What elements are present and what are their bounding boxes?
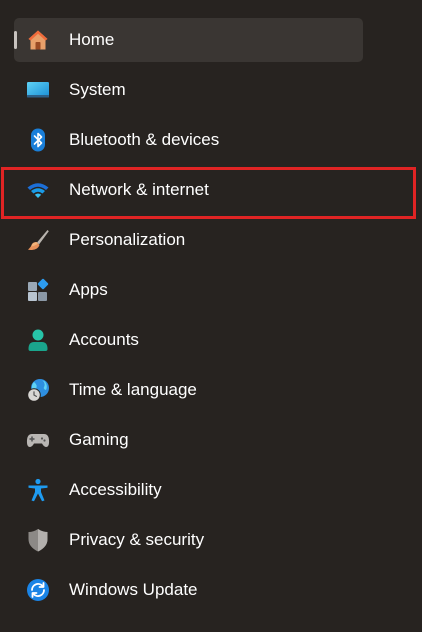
- nav-item-apps[interactable]: Apps: [14, 268, 363, 312]
- nav-label: Accounts: [69, 330, 139, 349]
- apps-icon: [26, 278, 50, 302]
- home-icon: [26, 28, 50, 52]
- nav-item-bluetooth-devices[interactable]: Bluetooth & devices: [14, 118, 363, 162]
- bluetooth-icon: [26, 128, 50, 152]
- monitor-icon: [26, 78, 50, 102]
- nav-item-system[interactable]: System: [14, 68, 363, 112]
- nav-label: Bluetooth & devices: [69, 130, 220, 149]
- nav-label: Apps: [69, 280, 108, 299]
- globe-clock-icon: [26, 378, 50, 402]
- wifi-icon: [26, 178, 50, 202]
- accessibility-icon: [26, 478, 50, 502]
- nav-label: Personalization: [69, 230, 186, 249]
- nav-item-gaming[interactable]: Gaming: [14, 418, 363, 462]
- nav-item-time-language[interactable]: Time & language: [14, 368, 363, 412]
- nav-item-personalization[interactable]: Personalization: [14, 218, 363, 262]
- nav-label: Home: [69, 30, 115, 49]
- nav-item-accessibility[interactable]: Accessibility: [14, 468, 363, 512]
- shield-icon: [26, 528, 50, 552]
- nav-item-network-internet[interactable]: Network & internet: [14, 168, 363, 212]
- nav-label: Windows Update: [69, 580, 198, 599]
- nav-label: Network & internet: [69, 180, 209, 199]
- selection-indicator: [14, 31, 17, 49]
- nav-label: Accessibility: [69, 480, 162, 499]
- nav-item-accounts[interactable]: Accounts: [14, 318, 363, 362]
- settings-navigation: Home System Bluetooth & devices Network …: [0, 0, 422, 632]
- gamepad-icon: [26, 428, 50, 452]
- nav-item-windows-update[interactable]: Windows Update: [14, 568, 363, 612]
- nav-label: Gaming: [69, 430, 129, 449]
- nav-item-home[interactable]: Home: [14, 18, 363, 62]
- nav-label: System: [69, 80, 126, 99]
- nav-item-privacy-security[interactable]: Privacy & security: [14, 518, 363, 562]
- nav-label: Time & language: [69, 380, 197, 399]
- account-icon: [26, 328, 50, 352]
- update-icon: [26, 578, 50, 602]
- nav-label: Privacy & security: [69, 530, 205, 549]
- paintbrush-icon: [26, 228, 50, 252]
